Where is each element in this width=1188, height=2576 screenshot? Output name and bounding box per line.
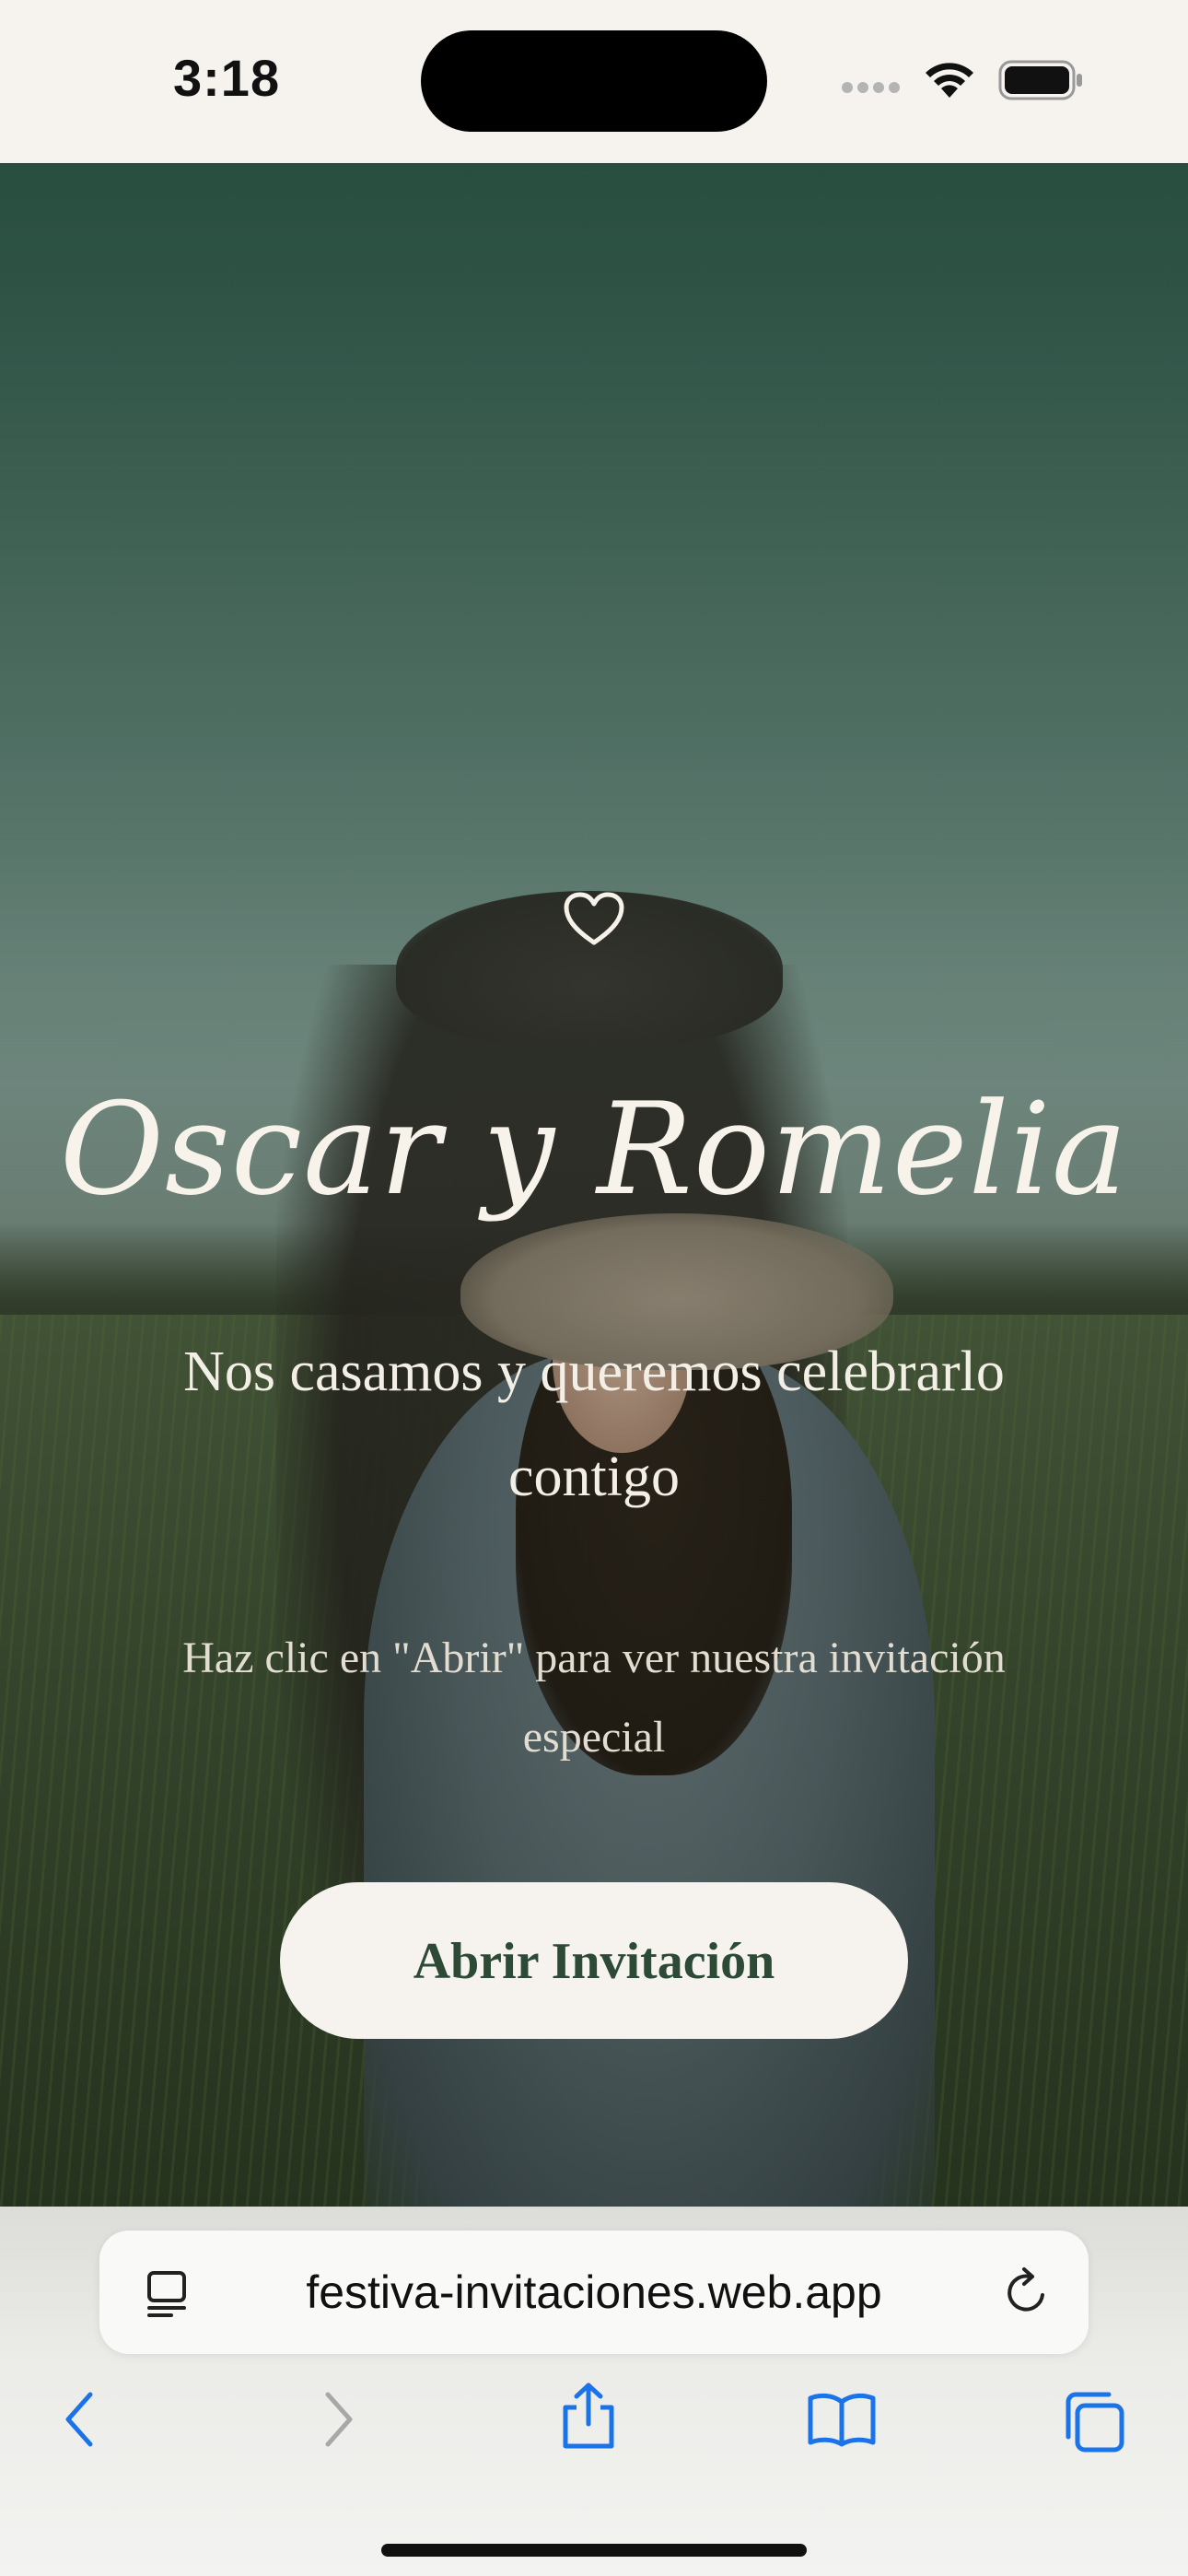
bookmarks-icon[interactable] bbox=[807, 2391, 877, 2448]
heart-icon bbox=[564, 892, 624, 945]
couple-names: Oscar y Romelia bbox=[59, 1075, 1129, 1224]
share-icon[interactable] bbox=[558, 2382, 619, 2452]
back-icon[interactable] bbox=[61, 2389, 98, 2450]
address-bar[interactable]: festiva-invitaciones.web.app bbox=[99, 2231, 1089, 2354]
wifi-icon bbox=[926, 63, 973, 98]
cellular-signal-icon bbox=[842, 81, 904, 98]
dynamic-island bbox=[421, 30, 767, 132]
battery-icon bbox=[998, 60, 1082, 100]
status-bar: 3:18 bbox=[0, 0, 1188, 163]
tabs-icon[interactable] bbox=[1061, 2389, 1127, 2455]
forward-icon[interactable] bbox=[320, 2389, 357, 2450]
invitation-tagline: Nos casamos y queremos celebrarlo contig… bbox=[183, 1341, 1005, 1508]
url-text[interactable]: festiva-invitaciones.web.app bbox=[210, 2231, 978, 2354]
open-invitation-button[interactable]: Abrir Invitación bbox=[280, 1882, 908, 2039]
reload-icon[interactable] bbox=[1002, 2266, 1054, 2319]
status-time: 3:18 bbox=[173, 49, 281, 107]
home-indicator bbox=[381, 2544, 807, 2557]
invitation-hero: Oscar y Romelia Nos casamos y queremos c… bbox=[0, 163, 1188, 2207]
open-instructions: Haz clic en "Abrir" para ver nuestra inv… bbox=[182, 1633, 1006, 1762]
reader-icon[interactable] bbox=[146, 2269, 192, 2319]
browser-toolbar: festiva-invitaciones.web.app bbox=[0, 2207, 1188, 2576]
